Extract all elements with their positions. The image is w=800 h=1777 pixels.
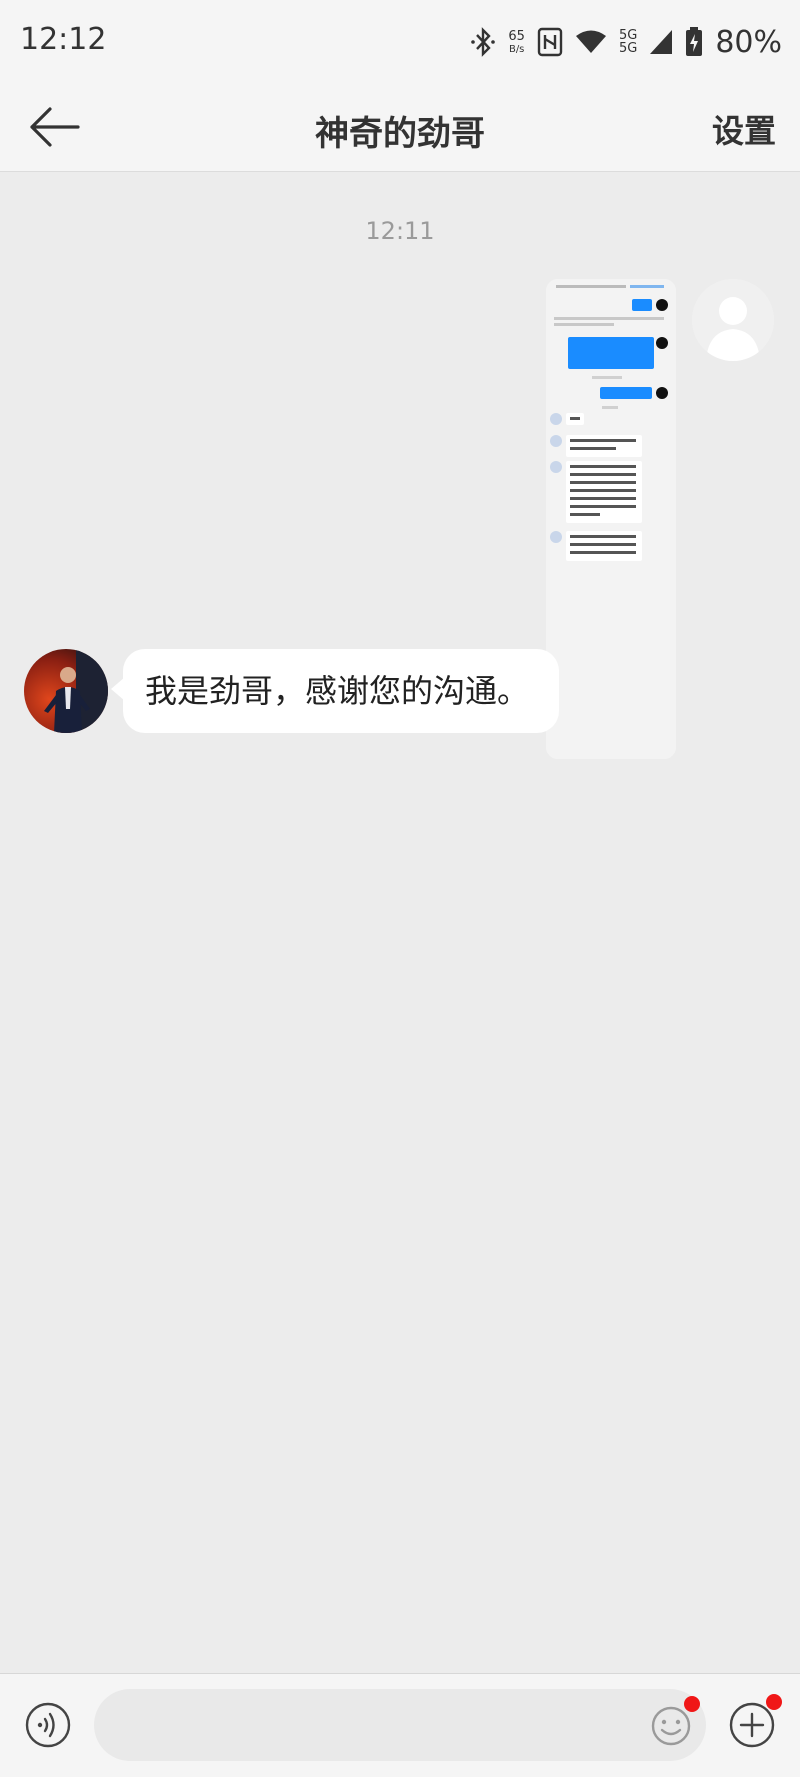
user-placeholder-icon (692, 279, 774, 361)
voice-icon[interactable] (24, 1701, 72, 1749)
emoji-icon[interactable] (650, 1705, 692, 1747)
battery-icon (686, 27, 703, 56)
status-icons: 65 B/s 5G 5G 80% (470, 22, 782, 62)
battery-percent: 80% (715, 24, 782, 60)
settings-button[interactable]: 设置 (712, 106, 776, 152)
signal-icon (650, 30, 673, 54)
wifi-icon (575, 30, 606, 53)
page-title: 神奇的劲哥 (315, 114, 485, 154)
network-speed-unit: B/s (508, 43, 525, 55)
message-timestamp: 12:11 (365, 217, 435, 245)
chat-screenshot-thumbnail (546, 279, 676, 759)
contact-avatar[interactable] (24, 649, 108, 733)
text-message-bubble[interactable]: 我是劲哥，感谢您的沟通。 (110, 649, 560, 733)
plus-badge (766, 1694, 782, 1710)
message-input[interactable] (94, 1689, 706, 1761)
nfc-icon (537, 27, 563, 57)
network-speed: 65 B/s (508, 30, 525, 55)
title-bar: 神奇的劲哥 设置 (0, 82, 800, 172)
status-bar: 12:12 65 B/s 5G 5G 80% (0, 0, 800, 82)
emoji-badge (684, 1696, 700, 1712)
input-bar (0, 1673, 800, 1777)
network-speed-value: 65 (508, 28, 525, 44)
image-message[interactable] (546, 279, 676, 759)
status-time: 12:12 (20, 22, 107, 57)
network-type: 5G 5G (619, 29, 637, 55)
network-type-bottom: 5G (618, 41, 638, 56)
chat-area[interactable]: 12:11 我是劲哥，感谢您的沟通。 (0, 173, 800, 1673)
my-avatar[interactable] (692, 279, 774, 361)
contact-photo (24, 649, 108, 733)
bluetooth-icon (471, 27, 496, 57)
